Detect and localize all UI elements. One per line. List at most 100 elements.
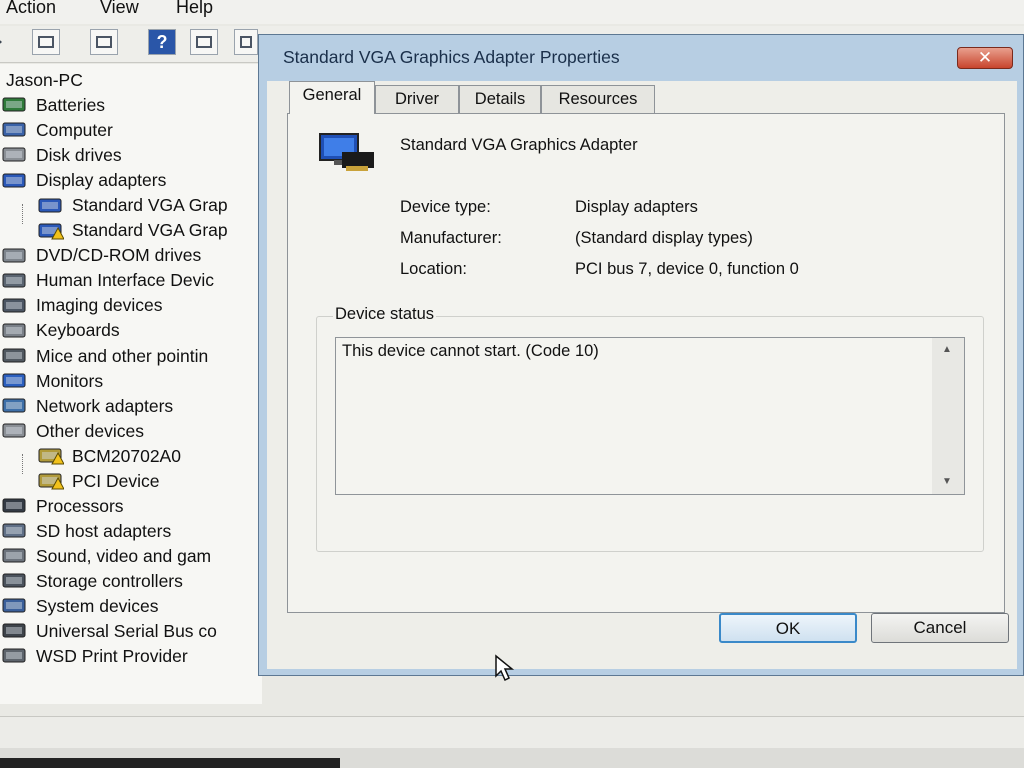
tree-item-label: Other devices [36, 420, 144, 441]
menu-view[interactable]: View [100, 0, 139, 18]
computer-icon [2, 121, 28, 139]
tree-item-label: Computer [36, 119, 113, 140]
system-devices-icon [2, 597, 28, 615]
display-adapter-icon [2, 172, 28, 190]
display-adapter-icon [38, 197, 64, 215]
tree-item[interactable]: PCI Device [38, 468, 160, 493]
disk-drive-icon [2, 146, 28, 164]
tree-item-label: Standard VGA Grap [72, 195, 228, 216]
tree-item[interactable]: Standard VGA Grap [38, 192, 228, 217]
scan-toolbar-button[interactable] [190, 29, 218, 55]
tree-item[interactable]: SD host adapters [2, 518, 171, 543]
keyboard-icon [2, 322, 28, 340]
menu-help[interactable]: Help [176, 0, 213, 18]
mouse-cursor-icon [494, 654, 518, 689]
scroll-down-icon[interactable]: ▼ [942, 476, 952, 487]
tree-item[interactable]: System devices [2, 593, 159, 618]
general-tab-panel: Standard VGA Graphics Adapter Device typ… [287, 113, 1005, 613]
camera-icon [2, 297, 28, 315]
device-status-text: This device cannot start. (Code 10) [342, 342, 599, 360]
tree-item[interactable]: Computer [2, 117, 113, 142]
tree-root[interactable]: Jason-PC [6, 67, 83, 92]
tree-item-label: Network adapters [36, 395, 174, 416]
processor-icon [2, 497, 28, 515]
tree-item-label: Monitors [36, 370, 104, 391]
tree-item[interactable]: Processors [2, 493, 124, 518]
cancel-button[interactable]: Cancel [871, 613, 1009, 643]
forward-arrow-icon[interactable] [0, 29, 14, 55]
tree-item[interactable]: Display adapters [2, 167, 166, 192]
network-icon [2, 397, 28, 415]
tree-item-label: System devices [36, 595, 159, 616]
tree-item[interactable]: Keyboards [2, 317, 120, 342]
monitor-icon [2, 372, 28, 390]
dialog-title: Standard VGA Graphics Adapter Properties [283, 47, 620, 67]
menu-bar: Action View Help [0, 0, 1024, 24]
manufacturer-label: Manufacturer: [400, 229, 502, 247]
tree-item[interactable]: Disk drives [2, 142, 122, 167]
properties-dialog: Standard VGA Graphics Adapter Properties… [258, 34, 1024, 676]
tree-item[interactable]: Storage controllers [2, 568, 183, 593]
usb-icon [2, 622, 28, 640]
tree-item-label: Sound, video and gam [36, 545, 212, 566]
close-button[interactable]: ✕ [957, 47, 1013, 69]
sd-card-icon [2, 522, 28, 540]
battery-icon [2, 96, 28, 114]
tree-item[interactable]: Mice and other pointin [2, 343, 208, 368]
dialog-body: General Driver Details Resources Standar… [267, 81, 1017, 669]
tree-item[interactable]: Batteries [2, 92, 105, 117]
storage-controller-icon [2, 572, 28, 590]
tree-item-label: Human Interface Devic [36, 270, 214, 291]
tree-item[interactable]: Human Interface Devic [2, 267, 214, 292]
hid-icon [2, 272, 28, 290]
tree-item-label: WSD Print Provider [36, 645, 188, 666]
device-tree: Jason-PC Batteries Computer Disk drives Dis… [0, 64, 262, 704]
tree-item-label: Universal Serial Bus co [36, 620, 217, 641]
other-devices-icon [2, 422, 28, 440]
tree-item[interactable]: Standard VGA Grap [38, 217, 228, 242]
status-scrollbar[interactable]: ▲ ▼ [932, 338, 964, 494]
location-value: PCI bus 7, device 0, function 0 [575, 260, 799, 278]
tree-item[interactable]: Universal Serial Bus co [2, 618, 217, 643]
mouse-icon [2, 347, 28, 365]
device-status-textbox[interactable]: This device cannot start. (Code 10) ▲ ▼ [335, 337, 965, 495]
tab-driver[interactable]: Driver [375, 85, 459, 113]
tree-item-label: Display adapters [36, 170, 167, 191]
manufacturer-value: (Standard display types) [575, 229, 753, 247]
device-status-label: Device status [333, 305, 437, 324]
device-type-value: Display adapters [575, 198, 698, 216]
device-name: Standard VGA Graphics Adapter [400, 136, 638, 154]
tree-item[interactable]: Sound, video and gam [2, 543, 211, 568]
taskbar-edge [0, 748, 1024, 768]
close-icon: ✕ [977, 48, 993, 67]
tree-item-label: Keyboards [36, 320, 120, 341]
tree-item-label: PCI Device [72, 470, 160, 491]
tree-item-label: Mice and other pointin [36, 345, 209, 366]
tree-item[interactable]: BCM20702A0 [38, 443, 181, 468]
tree-item[interactable]: DVD/CD-ROM drives [2, 242, 201, 267]
tree-root-label: Jason-PC [6, 69, 83, 90]
update-driver-toolbar-button[interactable] [234, 29, 258, 55]
tree-item-label: Standard VGA Grap [72, 220, 228, 241]
list-view-toolbar-button[interactable] [90, 29, 118, 55]
printer-icon [2, 647, 28, 665]
menu-action[interactable]: Action [6, 0, 56, 18]
unknown-device-warning-icon [38, 472, 64, 490]
tree-item[interactable]: Network adapters [2, 393, 173, 418]
scroll-up-icon[interactable]: ▲ [942, 344, 952, 355]
tab-resources[interactable]: Resources [541, 85, 655, 113]
properties-toolbar-button[interactable] [32, 29, 60, 55]
device-type-label: Device type: [400, 198, 491, 216]
tree-item[interactable]: WSD Print Provider [2, 643, 188, 668]
ok-button[interactable]: OK [719, 613, 857, 643]
tree-connector [22, 204, 23, 224]
tree-item[interactable]: Imaging devices [2, 292, 162, 317]
tab-general[interactable]: General [289, 81, 375, 114]
help-toolbar-button[interactable]: ? [148, 29, 176, 55]
location-label: Location: [400, 260, 467, 278]
tree-item[interactable]: Other devices [2, 418, 144, 443]
device-status-group: Device status This device cannot start. … [316, 305, 984, 552]
tree-item[interactable]: Monitors [2, 368, 103, 393]
tab-details[interactable]: Details [459, 85, 541, 113]
tree-item-label: Processors [36, 495, 124, 516]
